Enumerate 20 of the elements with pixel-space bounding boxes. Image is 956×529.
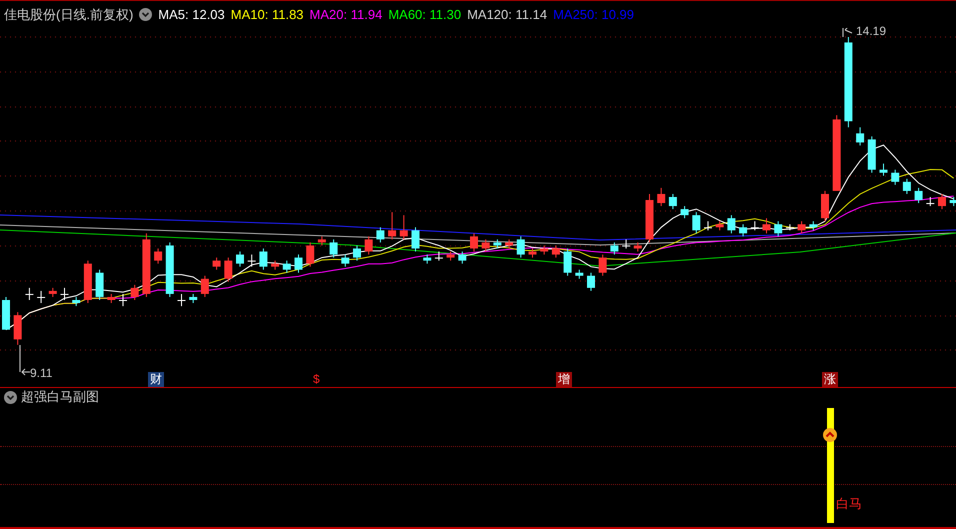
high-pointer-icon (842, 28, 852, 38)
moving-average-value: MA120: 11.14 (467, 6, 548, 24)
signal-label: 白马 (836, 495, 862, 513)
event-marker[interactable]: 财 (148, 372, 164, 387)
low-pointer-icon (20, 344, 30, 376)
event-marker[interactable]: 增 (556, 372, 572, 387)
event-marker[interactable]: $ (311, 372, 322, 387)
moving-average-value: MA60: 11.30 (388, 6, 462, 24)
moving-average-value: MA20: 11.94 (310, 6, 382, 24)
event-marker[interactable]: 涨 (822, 372, 838, 387)
high-price-label: 14.19 (856, 23, 886, 40)
moving-average-value: MA10: 11.83 (230, 6, 304, 24)
moving-average-value: MA250: 10.99 (553, 6, 634, 24)
sub-chart-title: 超强白马副图 (21, 388, 99, 406)
chart-title: 佳电股份(日线.前复权) (4, 6, 134, 24)
up-chevron-icon (823, 428, 837, 442)
low-price-label: 9.11 (30, 365, 52, 382)
dropdown-icon[interactable] (139, 8, 152, 21)
collapse-icon[interactable] (4, 390, 17, 404)
moving-average-value: MA5: 12.03 (158, 6, 225, 24)
